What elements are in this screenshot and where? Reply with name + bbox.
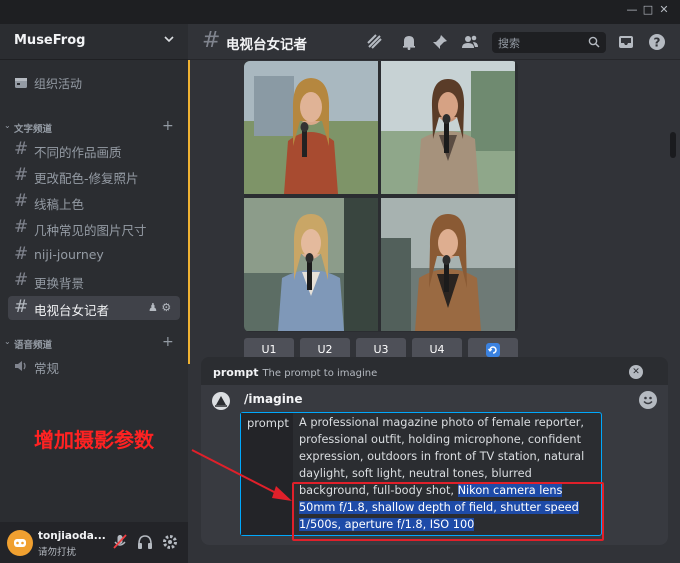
close-icon[interactable]: ✕ [629,365,643,379]
server-name: MuseFrog [14,33,86,48]
user-status: 请勿打扰 [38,547,77,558]
generated-image-3[interactable] [244,198,378,331]
annotation-highlight-box [292,482,604,541]
mention-highlight-bar [188,60,190,364]
settings-gear-icon[interactable] [161,533,179,551]
server-header[interactable]: MuseFrog [0,24,188,60]
close-window-button[interactable]: ✕ [656,3,672,16]
sidebar-channel-3[interactable]: # 几种常见的图片尺寸 [8,216,180,240]
username: tonjiaoda... [38,530,106,542]
chevron-down-icon: ⌄ [4,121,11,130]
sidebar-channel-6[interactable]: # 电视台女记者 ♟ ⚙ [8,296,180,320]
hash-icon: # [14,297,29,317]
events-label: 组织活动 [34,77,83,91]
hash-icon: # [202,28,221,53]
generated-image-grid[interactable] [244,61,518,332]
sidebar-channel-4[interactable]: # niji-journey [8,243,180,267]
sidebar-channel-2[interactable]: # 线稿上色 [8,190,180,214]
chevron-down-icon [164,36,174,43]
option-description: The prompt to imagine [262,368,378,379]
channel-tools: ♟ ⚙ [148,301,171,314]
refresh-icon [486,343,500,357]
inbox-icon[interactable] [617,33,635,51]
hash-icon: # [14,217,29,237]
channel-header: # 电视台女记者 搜索 ? [188,24,680,60]
add-channel-icon[interactable]: + [162,334,174,350]
headphones-icon[interactable] [136,533,154,551]
channel-label: 电视台女记者 [34,303,110,318]
search-icon [588,36,600,48]
chevron-down-icon: ⌄ [4,337,11,346]
pin-icon[interactable] [431,33,449,51]
add-member-icon[interactable]: ♟ [148,301,158,314]
channel-label: niji-journey [34,247,104,262]
sidebar-channel-1[interactable]: # 更改配色-修复照片 [8,164,180,188]
channel-label: 几种常见的图片尺寸 [34,223,147,238]
annotation-label: 增加摄影参数 [34,428,154,452]
hash-icon: # [14,191,29,211]
hash-icon: # [14,244,29,264]
discord-logo-icon [14,539,26,547]
user-panel: tonjiaoda... 请勿打扰 [0,522,188,563]
calendar-icon [15,78,27,88]
annotation-arrow-icon [191,449,292,501]
minimize-button[interactable]: — [624,3,640,16]
bot-avatar-icon [212,392,230,410]
hash-icon: # [14,270,29,290]
channel-label: 常规 [34,361,60,376]
channel-title: 电视台女记者 [226,37,307,53]
channel-label: 线稿上色 [34,197,85,212]
hash-icon: # [14,139,29,159]
generated-image-1[interactable] [244,61,378,194]
maximize-button[interactable]: □ [640,3,656,16]
avatar[interactable] [7,530,33,556]
option-name: prompt [213,366,259,379]
sidebar-voice-channel-0[interactable]: 常规 [8,354,180,378]
help-icon[interactable]: ? [648,33,666,51]
channel-label: 更换背景 [34,276,85,291]
sidebar-channel-5[interactable]: # 更换背景 [8,269,180,293]
search-input[interactable]: 搜索 [492,32,606,53]
command-option-header: prompt The prompt to imagine [213,366,377,379]
title-bar: — □ ✕ [0,0,680,24]
mute-mic-icon[interactable] [111,533,129,551]
category-text-channels[interactable]: ⌄ 文字频道 + [4,118,184,136]
speaker-icon [15,361,26,371]
bell-icon[interactable] [400,33,418,51]
svg-text:?: ? [654,36,661,50]
generated-image-4[interactable] [381,198,515,331]
threads-icon[interactable] [366,33,384,51]
generated-image-2[interactable] [381,61,515,194]
events-item[interactable]: 组织活动 [10,71,180,95]
emoji-icon[interactable] [639,391,657,409]
channel-label: 不同的作品画质 [34,145,122,160]
hash-icon: # [14,165,29,185]
category-label: 语音频道 [14,340,53,351]
scrollbar-thumb[interactable] [670,132,676,158]
gear-icon[interactable]: ⚙ [161,301,171,314]
add-channel-icon[interactable]: + [162,118,174,134]
category-voice-channels[interactable]: ⌄ 语音频道 + [4,334,184,352]
channel-label: 更改配色-修复照片 [34,171,139,186]
sidebar-channel-0[interactable]: # 不同的作品画质 [8,138,180,162]
channel-sidebar: MuseFrog 组织活动 ⌄ 文字频道 + # 不同的作品画质 # 更改配色-修复… [0,24,188,563]
command-name: /imagine [244,392,303,406]
members-icon[interactable] [461,33,479,51]
search-placeholder: 搜索 [498,37,520,50]
category-label: 文字频道 [14,124,53,135]
